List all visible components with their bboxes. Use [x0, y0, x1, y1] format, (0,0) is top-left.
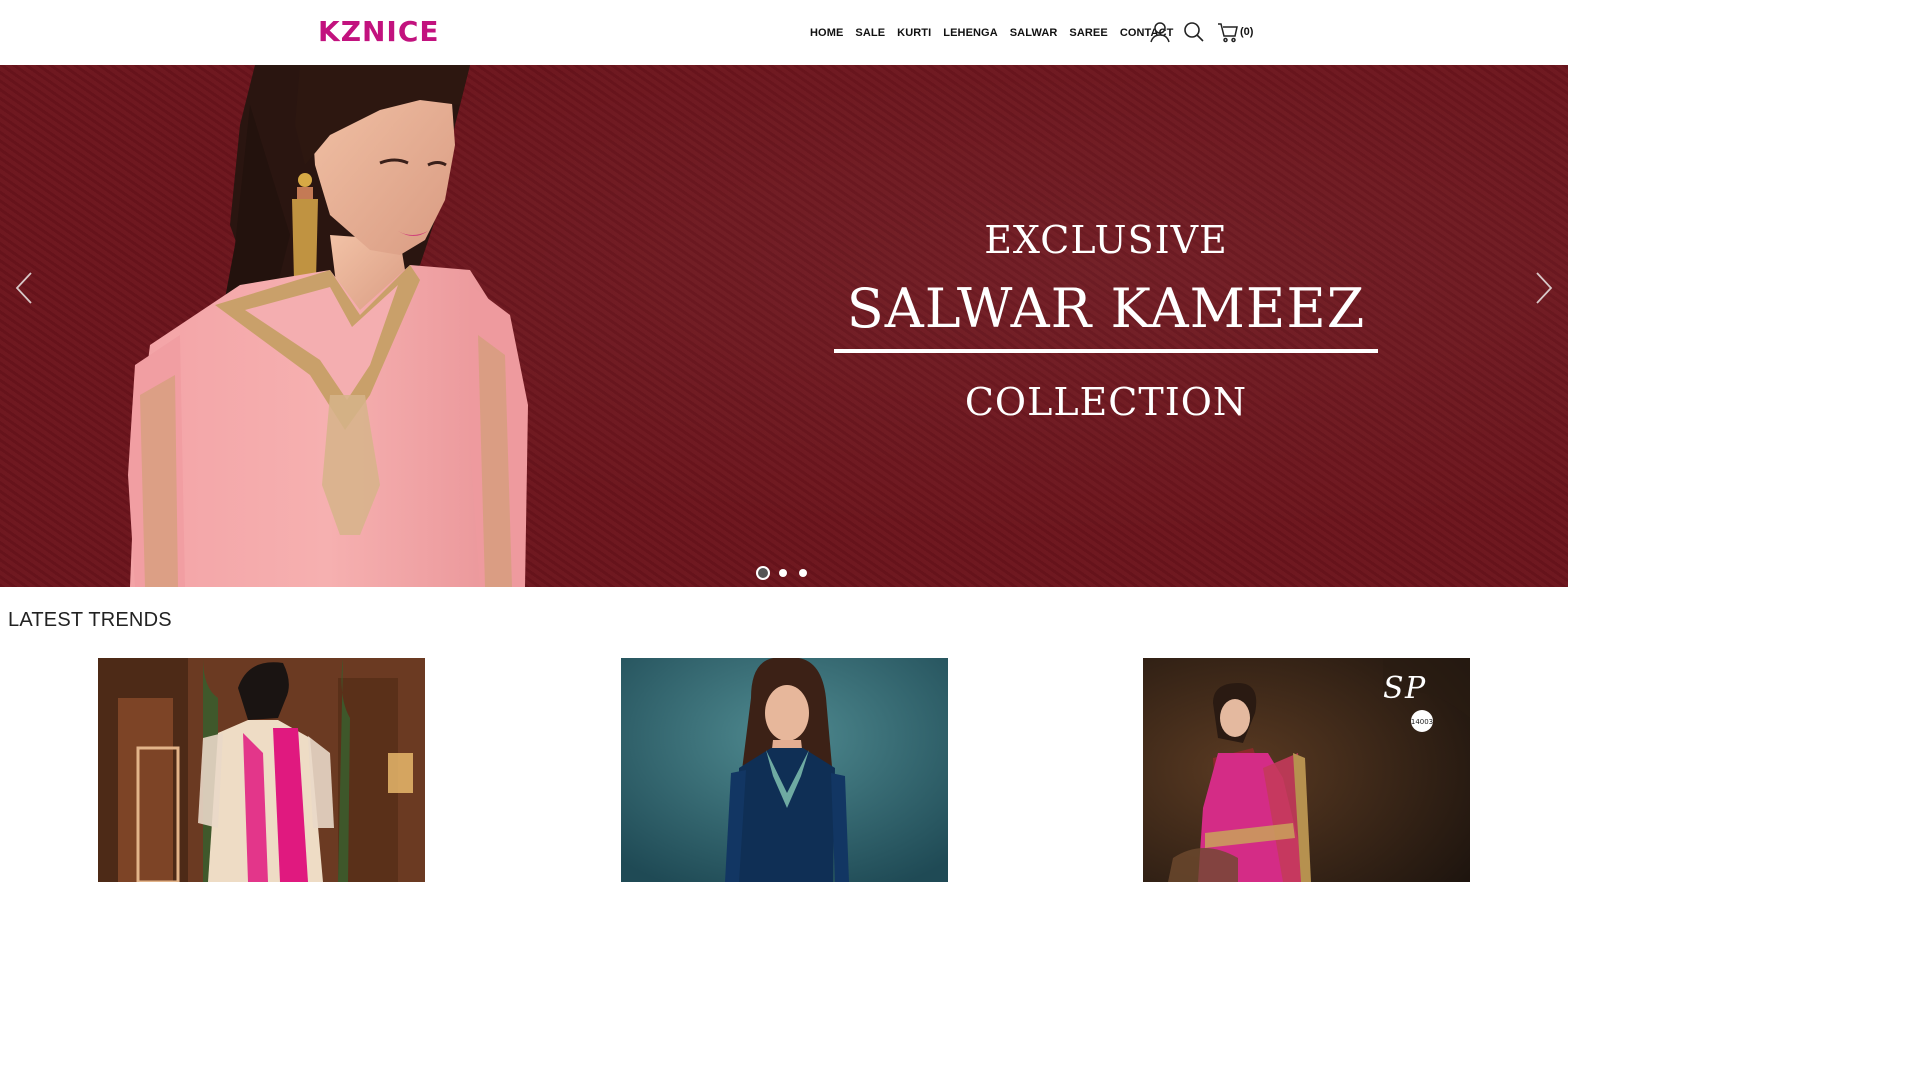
- product-card-2[interactable]: [621, 658, 948, 882]
- user-icon[interactable]: [1148, 20, 1172, 44]
- site-header: KZNICE HOME SALE KURTI LEHENGA SALWAR SA…: [0, 0, 1568, 66]
- hero-divider: [834, 349, 1378, 353]
- brand-watermark-p: P: [1404, 671, 1426, 706]
- slider-dots: [756, 566, 819, 580]
- nav-salwar[interactable]: SALWAR: [1010, 22, 1058, 44]
- section-title-latest-trends: LATEST TRENDS: [8, 609, 172, 631]
- nav-saree[interactable]: SAREE: [1069, 22, 1107, 44]
- cart-icon[interactable]: [1216, 20, 1240, 44]
- product-image-2[interactable]: [621, 658, 948, 882]
- hero-slider: EXCLUSIVE SALWAR KAMEEZ COLLECTION: [0, 65, 1568, 587]
- product-card-3[interactable]: S P 14003: [1143, 658, 1470, 882]
- cart-count[interactable]: (0): [1240, 24, 1253, 40]
- nav-sale[interactable]: SALE: [855, 22, 885, 44]
- nav-kurti[interactable]: KURTI: [897, 22, 931, 44]
- search-icon[interactable]: [1182, 20, 1206, 44]
- product-card-1[interactable]: [98, 658, 425, 882]
- brand-logo[interactable]: KZNICE: [318, 14, 440, 50]
- slider-prev-arrow-icon[interactable]: [12, 270, 36, 306]
- product-badge: 14003: [1411, 718, 1433, 726]
- hero-line-collection: COLLECTION: [964, 380, 1248, 424]
- hero-line-salwar-kameez: SALWAR KAMEEZ: [846, 277, 1366, 340]
- slider-dot-3[interactable]: [799, 569, 807, 577]
- brand-watermark-icon: S: [1383, 671, 1404, 706]
- nav-home[interactable]: HOME: [810, 22, 843, 44]
- slider-dot-2[interactable]: [779, 569, 787, 577]
- main-nav: HOME SALE KURTI LEHENGA SALWAR SAREE CON…: [810, 22, 1185, 44]
- slider-next-arrow-icon[interactable]: [1532, 270, 1556, 306]
- hero-caption: EXCLUSIVE SALWAR KAMEEZ COLLECTION: [834, 215, 1378, 427]
- hero-line-exclusive: EXCLUSIVE: [984, 218, 1228, 262]
- nav-lehenga[interactable]: LEHENGA: [943, 22, 997, 44]
- slider-dot-1[interactable]: [756, 566, 770, 580]
- product-image-1[interactable]: [98, 658, 425, 882]
- product-image-3[interactable]: S P 14003: [1143, 658, 1470, 882]
